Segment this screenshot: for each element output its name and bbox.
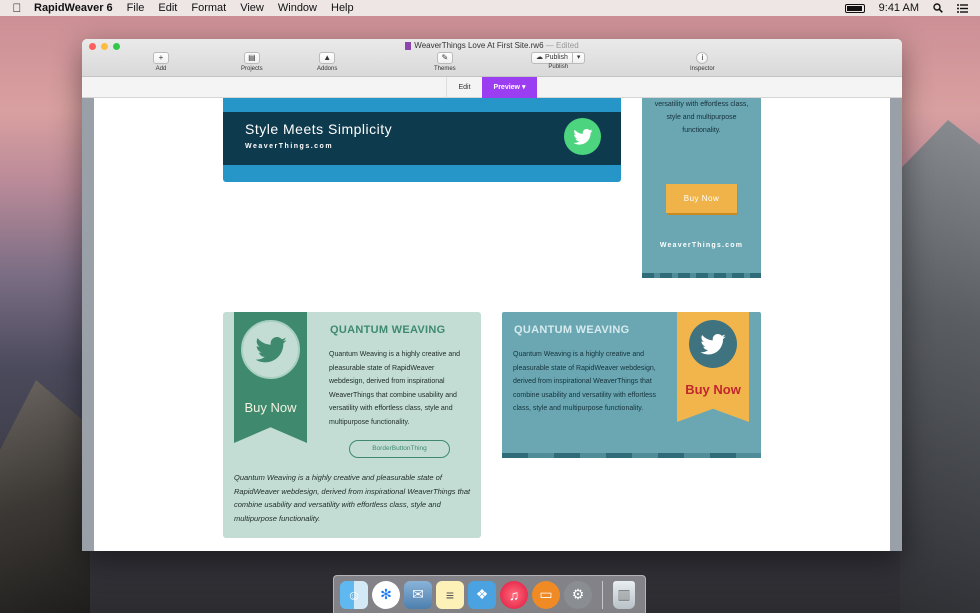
battery-icon[interactable] — [844, 3, 865, 13]
quantum-card-teal: QUANTUM WEAVING Quantum Weaving is a hig… — [502, 312, 761, 458]
publish-dropdown-button[interactable]: ▾ — [572, 52, 586, 64]
toolbar-inspector-label: Inspector — [690, 66, 715, 72]
apple-menu-icon[interactable]:  — [0, 1, 34, 15]
wallpaper-mountain-left — [0, 380, 90, 613]
card1-italic-text: Quantum Weaving is a highly creative and… — [234, 473, 471, 524]
menu-help[interactable]: Help — [324, 2, 361, 14]
toolbar-inspector[interactable]: i Inspector — [690, 52, 715, 72]
finder-icon[interactable]: ☺ — [340, 580, 368, 609]
preview-page[interactable]: Style Meets Simplicity WeaverThings.com … — [94, 98, 890, 551]
right-promo-site: WeaverThings.com — [659, 242, 744, 249]
right-promo-text: versatility with effortless class, style… — [654, 101, 749, 134]
notification-center-icon[interactable] — [957, 3, 968, 13]
info-icon: i — [696, 52, 709, 64]
toolbar-projects-label: Projects — [241, 66, 263, 72]
toolbar-add[interactable]: + Add — [153, 52, 169, 72]
card1-body: Quantum Weaving is a highly creative and… — [329, 351, 460, 426]
toolbar-themes-label: Themes — [434, 66, 456, 72]
mail-icon[interactable]: ✉ — [404, 580, 432, 609]
toolbar-add-label: Add — [155, 66, 167, 72]
brush-icon: ✎ — [436, 52, 453, 64]
tab-preview-label: Preview — [493, 84, 520, 91]
toolbar-projects[interactable]: ▤ Projects — [241, 52, 263, 72]
twitter-icon[interactable] — [241, 320, 300, 379]
menu-window[interactable]: Window — [271, 2, 324, 14]
border-button-thing[interactable]: BorderButtonThing — [349, 440, 450, 458]
trash-icon[interactable]: ▥ — [613, 580, 635, 609]
dock-separator — [602, 580, 603, 609]
puzzle-icon: ▲ — [319, 52, 336, 64]
menu-format[interactable]: Format — [184, 2, 233, 14]
ribbon-badge-green: Buy Now — [234, 312, 307, 443]
card1-heading: QUANTUM WEAVING — [330, 324, 446, 336]
ibooks-icon[interactable]: ▭ — [532, 580, 560, 609]
banner-dark-strip: Style Meets Simplicity WeaverThings.com — [223, 112, 621, 165]
window-title: WeaverThings Love At First Site.rw6 — Ed… — [82, 41, 902, 50]
card2-heading: QUANTUM WEAVING — [514, 324, 630, 336]
chevron-down-icon: ▾ — [521, 84, 526, 91]
twitter-icon[interactable] — [564, 118, 601, 155]
preview-area: Style Meets Simplicity WeaverThings.com … — [82, 98, 902, 551]
menu-app-name[interactable]: RapidWeaver 6 — [34, 2, 120, 14]
banner-title: Style Meets Simplicity — [245, 121, 393, 137]
app-window: WeaverThings Love At First Site.rw6 — Ed… — [82, 39, 902, 551]
card2-buy-now-link[interactable]: Buy Now — [677, 382, 749, 397]
window-title-text: WeaverThings Love At First Site.rw6 — [414, 41, 544, 50]
card2-body: Quantum Weaving is a highly creative and… — [513, 351, 657, 412]
spotlight-search-icon[interactable] — [933, 3, 943, 13]
plus-icon: + — [153, 52, 169, 64]
rapidweaver-icon[interactable]: ❖ — [468, 580, 496, 609]
right-promo-stripe — [642, 273, 761, 278]
wallpaper-mountain-right — [900, 120, 980, 613]
right-buy-now-button[interactable]: Buy Now — [666, 184, 737, 213]
system-preferences-icon[interactable]: ⚙ — [564, 580, 592, 609]
toolbar-publish: ☁ Publish ▾ Publish — [531, 52, 586, 70]
chevron-down-icon: ▾ — [576, 54, 581, 61]
menu-file[interactable]: File — [120, 2, 152, 14]
twitter-icon[interactable] — [689, 320, 737, 368]
notes-icon[interactable]: ≡ — [436, 580, 464, 609]
toolbar-themes[interactable]: ✎ Themes — [434, 52, 456, 72]
window-titlebar: WeaverThings Love At First Site.rw6 — Ed… — [82, 39, 902, 77]
toolbar-publish-label: Publish — [548, 64, 569, 70]
quantum-card-mint: Buy Now QUANTUM WEAVING Quantum Weaving … — [223, 312, 481, 538]
right-promo-box: versatility with effortless class, style… — [642, 98, 761, 278]
toolbar-addons[interactable]: ▲ Addons — [317, 52, 337, 72]
menu-edit[interactable]: Edit — [151, 2, 184, 14]
document-icon — [405, 41, 412, 50]
tab-edit[interactable]: Edit — [446, 77, 482, 98]
publish-button[interactable]: ☁ Publish — [531, 52, 573, 64]
projects-icon: ▤ — [243, 52, 260, 64]
menubar:  RapidWeaver 6 File Edit Format View Wi… — [0, 0, 980, 16]
window-title-status: Edited — [556, 41, 579, 50]
menubar-clock[interactable]: 9:41 AM — [879, 2, 919, 14]
ribbon-buy-now-link[interactable]: Buy Now — [234, 400, 307, 415]
ribbon-badge-orange: Buy Now — [677, 312, 749, 422]
dock: ☺ ✻ ✉ ≡ ❖ ♫ ▭ ⚙ ▥ — [333, 575, 646, 613]
banner-subtitle: WeaverThings.com — [245, 143, 334, 150]
card2-stripe — [502, 453, 761, 458]
toolbar-addons-label: Addons — [317, 66, 338, 72]
style-banner: Style Meets Simplicity WeaverThings.com — [223, 98, 621, 182]
mode-tabbar: Edit Preview ▾ — [82, 77, 902, 98]
menu-view[interactable]: View — [233, 2, 271, 14]
safari-icon[interactable]: ✻ — [372, 580, 400, 609]
cloud-icon: ☁ — [536, 54, 543, 61]
tab-preview[interactable]: Preview ▾ — [482, 77, 537, 98]
itunes-icon[interactable]: ♫ — [500, 580, 528, 609]
publish-button-label: Publish — [544, 54, 568, 61]
